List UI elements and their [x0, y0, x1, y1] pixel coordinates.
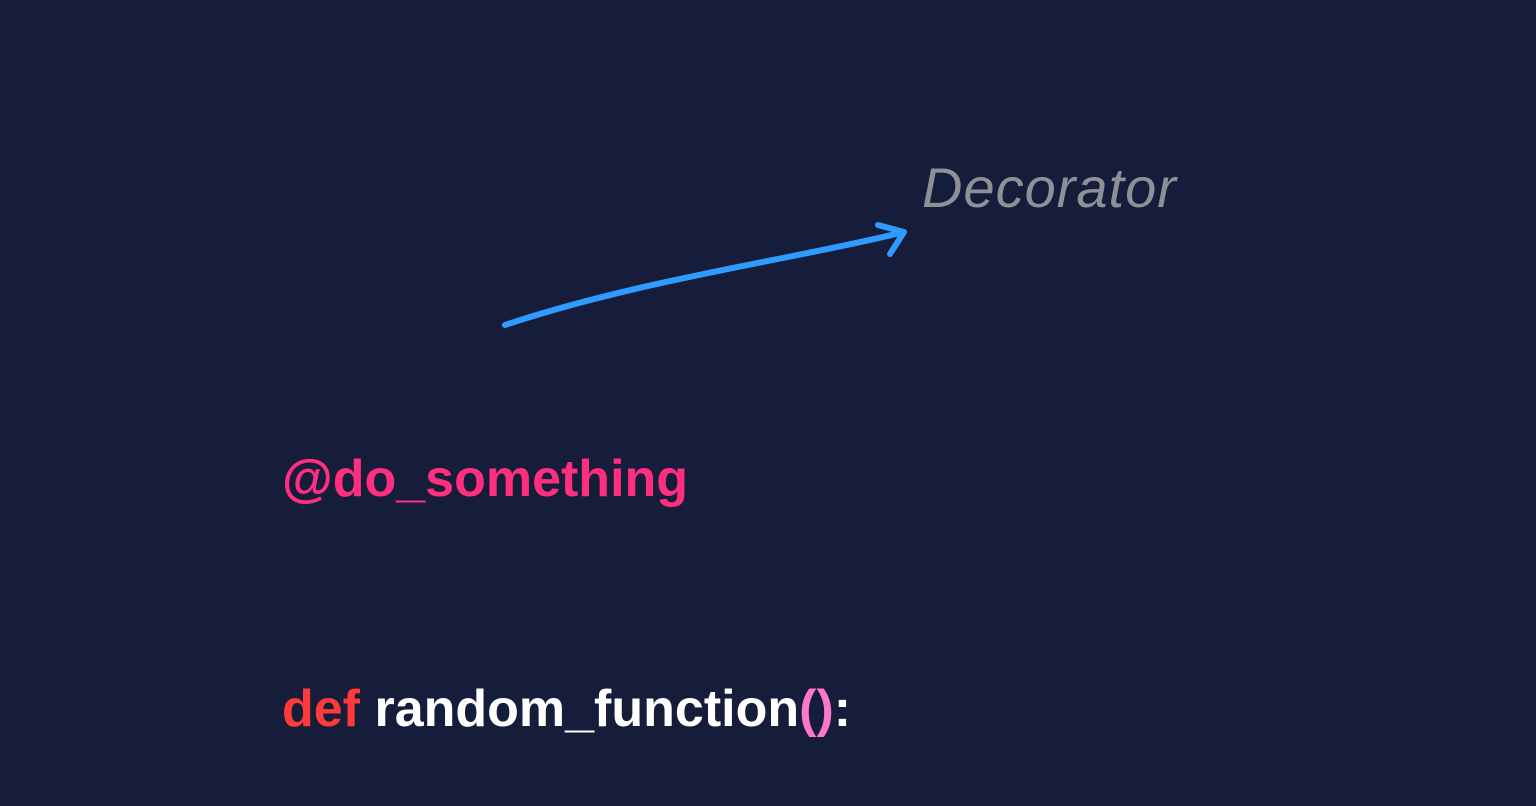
code-line-2: def random_function(): [282, 680, 851, 740]
token-function-name: random_function [374, 680, 799, 738]
code-block: @do_something def random_function(): ret… [282, 330, 851, 806]
token-decorator: @do_something [282, 450, 688, 508]
token-def-keyword: def [282, 680, 360, 738]
code-line-1: @do_something [282, 450, 851, 510]
diagram-stage: Decorator @do_something def random_funct… [0, 0, 1536, 806]
annotation-decorator-label: Decorator [922, 155, 1177, 220]
token-space [360, 680, 374, 738]
token-colon: : [834, 680, 851, 738]
token-paren-close: ) [816, 680, 833, 738]
token-paren-open: ( [799, 680, 816, 738]
